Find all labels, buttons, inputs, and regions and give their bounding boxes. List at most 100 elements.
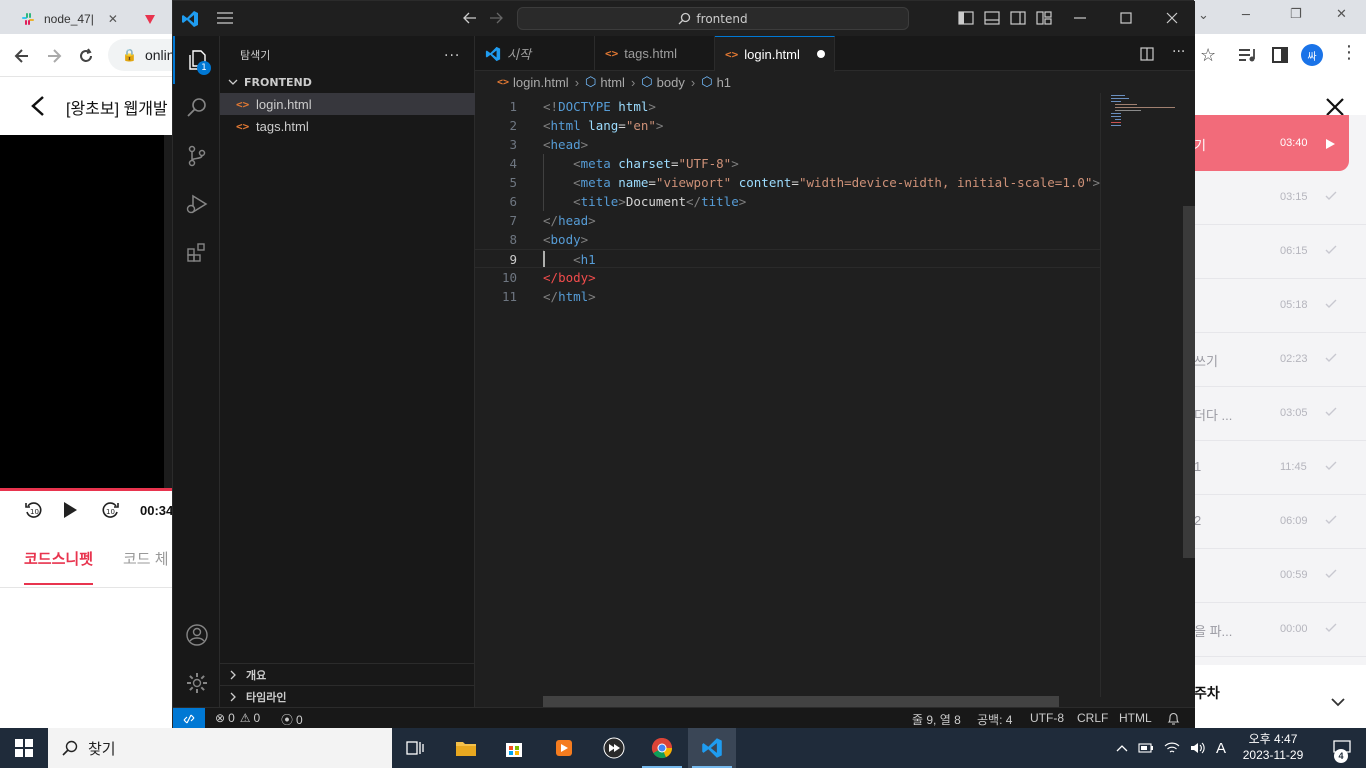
volume-icon[interactable]	[1190, 741, 1206, 755]
profile-avatar[interactable]: 싸	[1301, 44, 1323, 66]
hamburger-menu-icon[interactable]	[217, 12, 233, 24]
code-line[interactable]: 11 </html>	[475, 287, 1100, 306]
tab-code-snippet[interactable]: 코드스니펫	[24, 548, 93, 569]
more-actions-icon[interactable]: ···	[1172, 44, 1185, 60]
code-line[interactable]: 6 <title>Document</title>	[475, 192, 1100, 211]
nav-forward-icon[interactable]	[489, 12, 503, 24]
ime-indicator[interactable]: A	[1216, 740, 1226, 757]
battery-icon[interactable]	[1138, 742, 1154, 754]
week-section[interactable]: 주차	[1194, 665, 1366, 728]
play-icon[interactable]	[62, 501, 78, 519]
breadcrumb-h1[interactable]: h1	[717, 75, 731, 90]
video-player[interactable]	[0, 135, 172, 528]
start-button[interactable]	[0, 728, 48, 768]
taskbar-store[interactable]	[490, 728, 538, 768]
extensions-activity[interactable]	[173, 228, 220, 276]
line-ending[interactable]: CRLF	[1077, 711, 1108, 725]
code-editor[interactable]: 1 <!DOCTYPE html> 2 <html lang="en"> 3 <head>…	[475, 93, 1100, 697]
taskbar-capture-app[interactable]	[590, 728, 638, 768]
chevron-up-icon[interactable]	[1116, 744, 1128, 752]
list-item[interactable]: 1 11:45	[1194, 441, 1366, 495]
manage-activity[interactable]	[173, 659, 220, 707]
language-mode[interactable]: HTML	[1119, 711, 1152, 725]
problems-status[interactable]: ⊗ 0 ⚠ 0	[215, 711, 260, 725]
browser-tab-course[interactable]	[130, 4, 172, 34]
side-panel-icon[interactable]	[1272, 47, 1288, 63]
horizontal-scrollbar[interactable]	[543, 696, 1059, 707]
taskbar-explorer[interactable]	[442, 728, 490, 768]
minimize-icon[interactable]: ─	[1242, 8, 1250, 23]
list-item[interactable]: 2 06:09	[1194, 495, 1366, 549]
list-item[interactable]: 쓰기 02:23	[1194, 333, 1366, 387]
tab-search-icon[interactable]: ⌄	[1198, 8, 1209, 23]
code-line[interactable]: 7 </head>	[475, 211, 1100, 230]
toggle-secondary-sidebar-icon[interactable]	[1010, 10, 1026, 26]
explorer-activity[interactable]	[173, 36, 220, 84]
nav-back-icon[interactable]	[463, 12, 477, 24]
browser-tab-slack[interactable]: node_47| ✕	[8, 4, 128, 34]
source-control-activity[interactable]	[173, 132, 220, 180]
maximize-icon[interactable]	[1118, 10, 1134, 26]
code-line[interactable]: 10 </body>	[475, 268, 1100, 287]
code-line[interactable]: 4 <meta charset="UTF-8">	[475, 154, 1100, 173]
search-activity[interactable]	[173, 84, 220, 132]
breadcrumb-html[interactable]: html	[600, 75, 625, 90]
file-login-html[interactable]: <> login.html	[220, 93, 475, 115]
chevron-down-icon[interactable]	[1330, 697, 1346, 707]
indentation[interactable]: 공백: 4	[977, 711, 1012, 728]
clock[interactable]: 오후 4:47 2023-11-29	[1238, 731, 1308, 763]
command-center[interactable]: frontend	[517, 7, 909, 30]
close-icon[interactable]	[1164, 10, 1180, 26]
split-editor-icon[interactable]	[1140, 47, 1154, 61]
file-tags-html[interactable]: <> tags.html	[220, 115, 475, 137]
ports-status[interactable]: ⦿ 0	[281, 711, 303, 728]
toggle-sidebar-icon[interactable]	[958, 10, 974, 26]
outline-section[interactable]: 개요	[220, 663, 475, 685]
code-line[interactable]: 1 <!DOCTYPE html>	[475, 97, 1100, 116]
close-window-icon[interactable]: ✕	[1336, 7, 1347, 22]
vertical-scrollbar[interactable]	[1183, 93, 1195, 697]
customize-layout-icon[interactable]	[1036, 10, 1052, 26]
remote-indicator[interactable]	[173, 708, 205, 730]
list-item[interactable]: 00:59	[1194, 549, 1366, 603]
tab-code-check[interactable]: 코드 체	[123, 548, 169, 569]
back-icon[interactable]	[8, 42, 36, 70]
tab-login-html[interactable]: <> login.html	[715, 36, 835, 72]
minimap[interactable]	[1100, 93, 1180, 697]
list-item[interactable]: 을 파... 00:00	[1194, 603, 1366, 657]
run-debug-activity[interactable]	[173, 180, 220, 228]
cursor-position[interactable]: 줄 9, 열 8	[912, 711, 961, 728]
browser-menu-icon[interactable]: ⋮	[1340, 42, 1358, 63]
scrollbar-thumb[interactable]	[1183, 206, 1195, 558]
lesson-item-active[interactable]: 기 03:40	[1194, 115, 1349, 171]
restore-icon[interactable]: ❐	[1290, 7, 1302, 22]
list-item[interactable]: 03:15	[1194, 171, 1366, 225]
breadcrumb-file[interactable]: login.html	[513, 75, 569, 90]
list-item[interactable]: 05:18	[1194, 279, 1366, 333]
folder-frontend[interactable]: FRONTEND	[220, 72, 475, 92]
rewind-10-icon[interactable]: 10	[24, 500, 44, 520]
taskbar-media-player[interactable]	[540, 728, 588, 768]
unsaved-dot-icon[interactable]	[817, 50, 825, 58]
close-tab-icon[interactable]: ✕	[108, 12, 118, 26]
code-line[interactable]: 2 <html lang="en">	[475, 116, 1100, 135]
bell-icon[interactable]	[1167, 712, 1180, 726]
tab-welcome[interactable]: 시작	[475, 36, 595, 71]
code-line[interactable]: 5 <meta name="viewport" content="width=d…	[475, 173, 1100, 192]
encoding[interactable]: UTF-8	[1030, 711, 1064, 725]
wifi-icon[interactable]	[1164, 741, 1180, 755]
minimize-icon[interactable]	[1072, 10, 1088, 26]
breadcrumb-body[interactable]: body	[657, 75, 685, 90]
list-item[interactable]: 더다 ... 03:05	[1194, 387, 1366, 441]
reload-icon[interactable]	[72, 42, 100, 70]
code-line[interactable]: 3 <head>	[475, 135, 1100, 154]
taskbar-search[interactable]: 찾기	[48, 728, 392, 768]
code-line[interactable]: 9 <h1	[475, 249, 1100, 268]
task-view-button[interactable]	[392, 728, 440, 768]
taskbar-chrome[interactable]	[638, 728, 686, 768]
code-line[interactable]: 8 <body>	[475, 230, 1100, 249]
bookmark-star-icon[interactable]: ☆	[1200, 45, 1216, 66]
timeline-section[interactable]: 타임라인	[220, 685, 475, 707]
taskbar-vscode[interactable]	[688, 728, 736, 768]
back-arrow-icon[interactable]	[30, 95, 46, 117]
